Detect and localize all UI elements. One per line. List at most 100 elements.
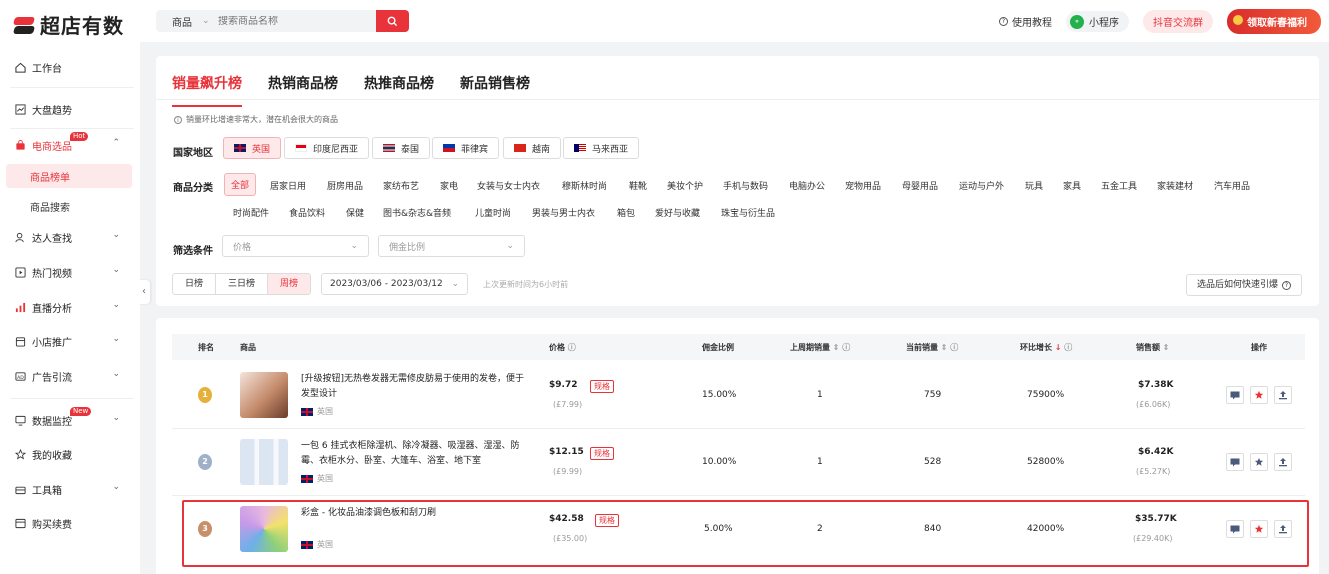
logo[interactable]: 超店有数 xyxy=(12,10,124,39)
product-name[interactable]: [升级按钮]无热卷发器无需修皮肪易于使用的发卷，便于发型设计 xyxy=(301,372,531,402)
detail-button[interactable] xyxy=(1226,453,1244,471)
category-item[interactable]: 家具 xyxy=(1063,179,1081,192)
selected-row-highlight xyxy=(182,500,1309,567)
category-item[interactable]: 男装与男士内衣 xyxy=(532,206,595,219)
sidebar-item-market-trend[interactable]: 大盘趋势 xyxy=(0,98,140,120)
country-indonesia[interactable]: 印度尼西亚 xyxy=(284,137,370,159)
category-item[interactable]: 女装与女士内衣 xyxy=(477,179,540,192)
detail-button[interactable] xyxy=(1226,386,1244,404)
product-thumbnail[interactable] xyxy=(240,372,288,418)
category-item[interactable]: 时尚配件 xyxy=(233,206,269,219)
sidebar-item-label: 达人查找 xyxy=(32,233,72,245)
gift-button[interactable]: 领取新春福利 xyxy=(1227,9,1321,34)
category-item[interactable]: 儿童时尚 xyxy=(475,206,511,219)
sidebar-item-hot-video[interactable]: 热门视频 ⌄ xyxy=(0,261,140,283)
search-input[interactable] xyxy=(218,15,368,27)
price-select-placeholder: 价格 xyxy=(233,242,252,253)
th-growth[interactable]: 环比增长 ↓ ⓘ xyxy=(1020,342,1072,353)
category-item[interactable]: 家电 xyxy=(440,179,458,192)
price-select[interactable]: 价格 ⌄ xyxy=(222,235,369,257)
tab-new-products[interactable]: 新品销售榜 xyxy=(460,73,530,99)
share-button[interactable] xyxy=(1274,453,1292,471)
search-button[interactable] xyxy=(376,10,409,32)
category-item[interactable]: 鞋靴 xyxy=(629,179,647,192)
table-row[interactable]: 2 一包 6 挂式衣柜除湿机、除冷凝器、吸湿器、湿湿、防霉、衣柜水分、卧室、大篷… xyxy=(172,429,1305,495)
category-item[interactable]: 玩具 xyxy=(1025,179,1043,192)
country-uk[interactable]: 英国 xyxy=(223,137,282,159)
sidebar-item-shop-promo[interactable]: 小店推广 ⌄ xyxy=(0,330,140,352)
product-thumbnail[interactable] xyxy=(240,439,288,485)
tab-sales-surge[interactable]: 销量飙升榜 xyxy=(172,73,242,107)
country-philippines[interactable]: 菲律宾 xyxy=(432,137,500,159)
category-item[interactable]: 图书&杂志&音频 xyxy=(383,206,451,219)
ad-icon: AD xyxy=(14,370,26,382)
spec-button[interactable]: 规格 xyxy=(590,380,614,393)
sidebar-collapse-button[interactable]: ‹ xyxy=(138,280,150,304)
mini-program-button[interactable]: ⚬ 小程序 xyxy=(1066,11,1129,32)
category-item[interactable]: 电脑办公 xyxy=(789,179,825,192)
sidebar-item-influencer[interactable]: 达人查找 ⌄ xyxy=(0,226,140,248)
category-item[interactable]: 美妆个护 xyxy=(667,179,703,192)
th-sales-amount[interactable]: 销售额 ⇕ xyxy=(1136,342,1170,353)
info-icon: i xyxy=(174,115,182,124)
sidebar-sub-product-ranking[interactable]: 商品榜单 xyxy=(6,164,132,188)
howto-button[interactable]: 选品后如何快速引爆 ? xyxy=(1185,274,1302,296)
th-growth-label: 环比增长 xyxy=(1020,343,1052,352)
sidebar-sub-product-search[interactable]: 商品搜索 xyxy=(6,194,132,218)
category-item[interactable]: 穆斯林时尚 xyxy=(562,179,607,192)
douyin-group-button[interactable]: 抖音交流群 xyxy=(1143,10,1213,33)
country-thailand[interactable]: 泰国 xyxy=(372,137,431,159)
star-icon xyxy=(14,448,26,460)
category-item[interactable]: 母婴用品 xyxy=(902,179,938,192)
tab-hot-selling[interactable]: 热销商品榜 xyxy=(268,73,338,99)
category-item[interactable]: 居家日用 xyxy=(270,179,306,192)
sidebar-item-live-analysis[interactable]: 直播分析 ⌄ xyxy=(0,296,140,318)
category-item[interactable]: 家纺布艺 xyxy=(383,179,419,192)
category-item[interactable]: 家装建材 xyxy=(1157,179,1193,192)
sort-icon: ⇕ xyxy=(832,343,840,352)
table-row[interactable]: 1 [升级按钮]无热卷发器无需修皮肪易于使用的发卷，便于发型设计 英国 $9.7… xyxy=(172,362,1305,428)
category-item[interactable]: 箱包 xyxy=(617,206,635,219)
sidebar-item-favorites[interactable]: 我的收藏 xyxy=(0,443,140,465)
category-item[interactable]: 汽车用品 xyxy=(1214,179,1250,192)
category-item[interactable]: 手机与数码 xyxy=(723,179,768,192)
category-item[interactable]: 全部 xyxy=(224,173,257,196)
country-malaysia[interactable]: 马来西亚 xyxy=(563,137,640,159)
tab-hot-promoted[interactable]: 热推商品榜 xyxy=(364,73,434,99)
period-week[interactable]: 周榜 xyxy=(268,274,311,294)
category-item[interactable]: 五金工具 xyxy=(1101,179,1137,192)
category-item[interactable]: 珠宝与衍生品 xyxy=(721,206,775,219)
chat-icon xyxy=(1230,458,1240,466)
commission-select[interactable]: 佣金比例 ⌄ xyxy=(378,235,525,257)
sidebar-item-label: 我的收藏 xyxy=(32,450,72,462)
help-link[interactable]: ? 使用教程 xyxy=(999,14,1052,29)
product-name[interactable]: 一包 6 挂式衣柜除湿机、除冷凝器、吸湿器、湿湿、防霉、衣柜水分、卧室、大篷车、… xyxy=(301,439,531,469)
th-prev-sales[interactable]: 上周期销量 ⇕ ⓘ xyxy=(790,342,850,353)
th-curr-sales[interactable]: 当前销量 ⇕ ⓘ xyxy=(906,342,958,353)
period-three-day[interactable]: 三日榜 xyxy=(216,274,269,294)
category-item[interactable]: 食品饮料 xyxy=(289,206,325,219)
date-range-select[interactable]: 2023/03/06 - 2023/03/12 ⌄ xyxy=(321,273,468,295)
share-button[interactable] xyxy=(1274,386,1292,404)
category-item[interactable]: 保健 xyxy=(346,206,364,219)
sidebar-item-workbench[interactable]: 工作台 xyxy=(0,56,140,78)
category-item[interactable]: 宠物用品 xyxy=(845,179,881,192)
spec-button[interactable]: 规格 xyxy=(590,447,614,460)
sidebar-item-purchase[interactable]: 购买续费 xyxy=(0,512,140,534)
favorite-button[interactable] xyxy=(1250,386,1268,404)
category-item[interactable]: 爱好与收藏 xyxy=(655,206,700,219)
country-vietnam[interactable]: 越南 xyxy=(503,137,562,159)
curr-sales: 759 xyxy=(924,390,942,400)
favorite-button[interactable] xyxy=(1250,453,1268,471)
th-price[interactable]: 价格 ⓘ xyxy=(549,342,576,353)
sidebar-item-toolbox[interactable]: 工具箱 ⌄ xyxy=(0,478,140,500)
sidebar-item-ads[interactable]: AD 广告引流 ⌄ xyxy=(0,365,140,387)
question-icon: ⓘ xyxy=(567,343,576,352)
search-type-select[interactable]: 商品 ⌄ xyxy=(156,14,218,29)
new-badge: New xyxy=(70,407,92,416)
hint-label: 销量环比增速非常大，潜在机会很大的商品 xyxy=(186,115,338,124)
category-item[interactable]: 运动与户外 xyxy=(959,179,1004,192)
period-day[interactable]: 日榜 xyxy=(173,274,217,294)
category-item[interactable]: 厨房用品 xyxy=(327,179,363,192)
row-actions xyxy=(1226,453,1292,471)
